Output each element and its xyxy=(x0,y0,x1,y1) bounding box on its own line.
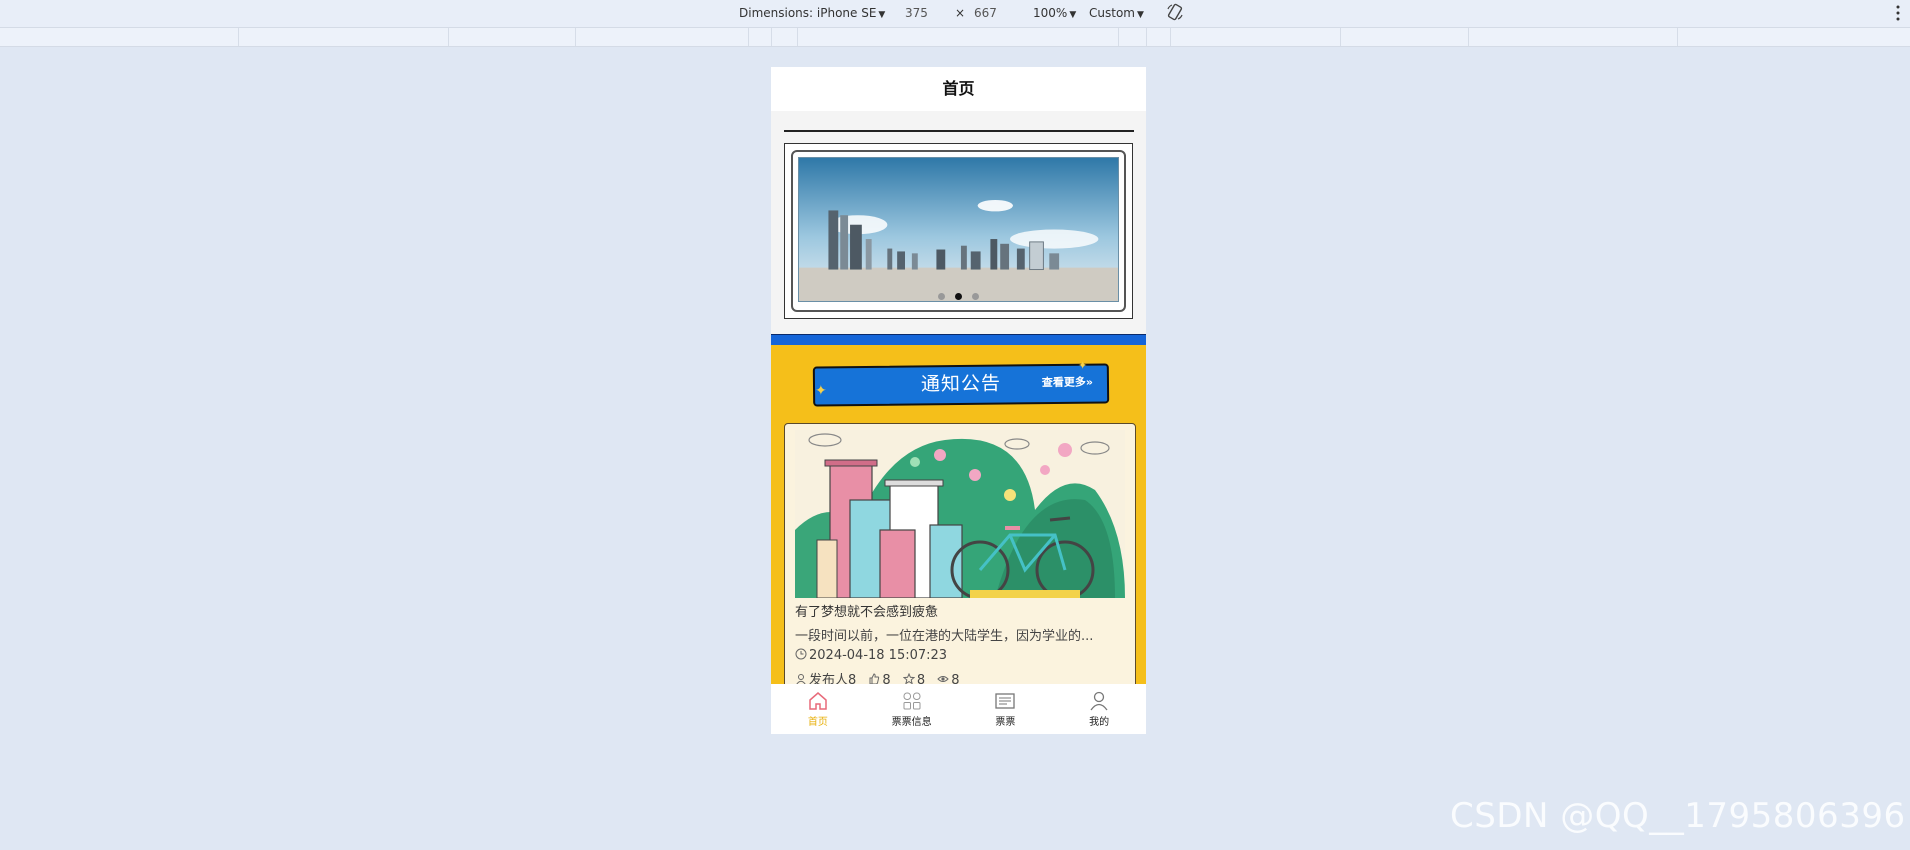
banner-swiper[interactable] xyxy=(784,143,1133,319)
caret-down-icon: ▼ xyxy=(1136,10,1144,20)
card-title: 有了梦想就不会感到疲惫 xyxy=(795,605,939,620)
zoom-select[interactable]: 100% ▼ xyxy=(1033,6,1076,20)
throttle-select[interactable]: Custom ▼ xyxy=(1089,6,1144,20)
device-select-label: Dimensions: iPhone SE xyxy=(739,6,877,20)
pagination-dot[interactable] xyxy=(972,293,979,300)
view-more-link[interactable]: 查看更多» xyxy=(1042,374,1093,391)
grid-icon xyxy=(903,692,921,710)
notice-card[interactable]: 有了梦想就不会感到疲惫 一段时间以前，一位在港的大陆学生，因为学业的... 20… xyxy=(784,423,1136,725)
caret-down-icon: ▼ xyxy=(1069,10,1077,20)
pagination-dot-active[interactable] xyxy=(955,293,962,300)
height-input[interactable]: 667 xyxy=(974,6,997,20)
banner-image xyxy=(798,157,1119,302)
tab-ticket-info[interactable]: 票票信息 xyxy=(865,684,959,734)
tab-mine-label: 我的 xyxy=(1089,717,1110,728)
sparkle-icon: ✦ xyxy=(1078,359,1088,372)
tab-tickets-label: 票票 xyxy=(995,717,1016,728)
card-description: 一段时间以前，一位在港的大陆学生，因为学业的... xyxy=(795,629,1094,644)
notice-header: 通知公告 查看更多» xyxy=(812,363,1110,407)
width-input[interactable]: 375 xyxy=(905,6,928,20)
tab-home[interactable]: 首页 xyxy=(771,684,865,734)
clock-icon xyxy=(795,648,807,660)
rotate-icon[interactable] xyxy=(1166,3,1184,21)
tab-mine[interactable]: 我的 xyxy=(1052,684,1146,734)
home-icon xyxy=(809,692,827,710)
media-query-ruler xyxy=(0,28,1910,47)
card-illustration xyxy=(795,430,1125,598)
banner-pagination xyxy=(793,293,1124,300)
news-icon xyxy=(995,693,1016,709)
card-time-value: 2024-04-18 15:07:23 xyxy=(809,648,948,663)
devtools-toolbar: Dimensions: iPhone SE ▼ 375 × 667 100% ▼ C… xyxy=(0,0,1910,28)
user-icon xyxy=(1090,691,1108,711)
device-select[interactable]: Dimensions: iPhone SE ▼ xyxy=(739,6,885,20)
more-options-icon[interactable] xyxy=(1895,4,1901,22)
throttle-label: Custom xyxy=(1089,6,1135,20)
pagination-dot[interactable] xyxy=(938,293,945,300)
banner-frame xyxy=(791,150,1126,312)
times-sign: × xyxy=(955,6,966,20)
bottom-tabbar: 首页 票票信息 票票 我的 xyxy=(771,684,1146,734)
page-title: 首页 xyxy=(942,79,975,98)
tab-ticket-info-label: 票票信息 xyxy=(891,717,932,728)
zoom-label: 100% xyxy=(1033,6,1068,20)
tab-home-label: 首页 xyxy=(807,717,828,728)
watermark: CSDN @QQ__1795806396 xyxy=(1450,796,1906,836)
card-time: 2024-04-18 15:07:23 xyxy=(795,648,947,663)
divider xyxy=(784,130,1134,132)
phone-viewport: 首页 通知公告 查看更多» ✦ ✦ 有了梦想就不会感到疲惫 一段时间以前，一位在… xyxy=(771,67,1146,734)
tab-tickets[interactable]: 票票 xyxy=(959,684,1053,734)
caret-down-icon: ▼ xyxy=(878,10,886,20)
sparkle-icon: ✦ xyxy=(815,383,827,399)
